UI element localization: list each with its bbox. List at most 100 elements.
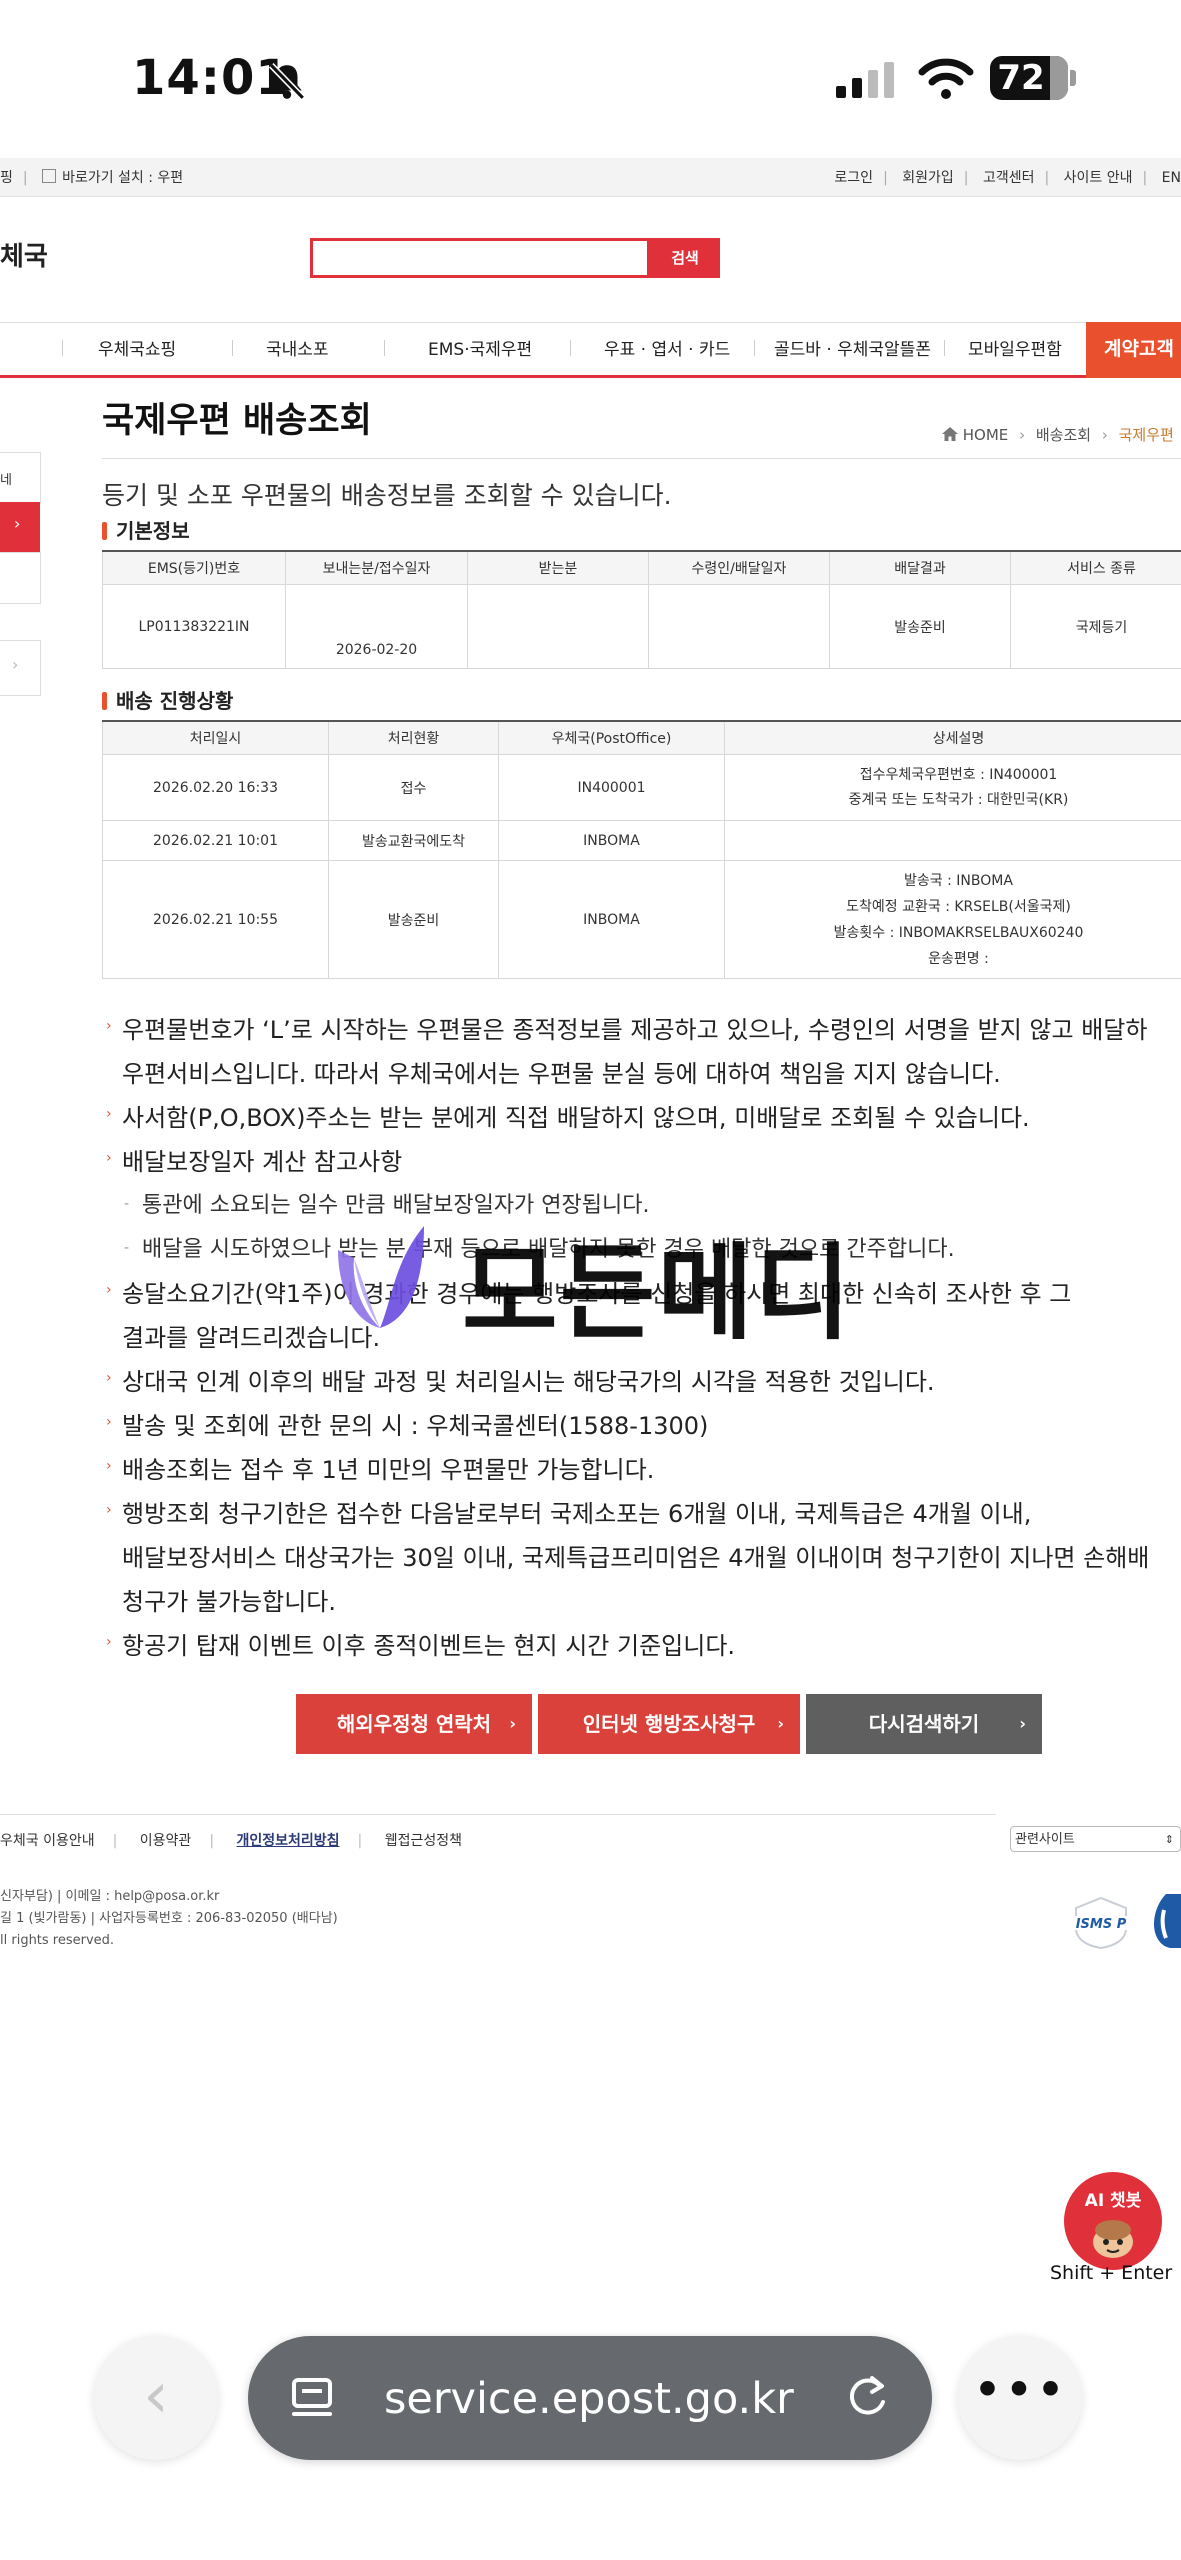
notice-text: 우편서비스입니다. 따라서 우체국에서는 우편물 분실 등에 대하여 책임을 지… [122,1060,1001,1088]
reload-icon[interactable] [842,2372,892,2422]
bullet-icon: › [106,1018,112,1034]
footer-info-line: ll rights reserved. [0,1933,115,1948]
notice-item: › 사서함(P,O,BOX)주소는 받는 분에게 직접 배달하지 않으며, 미배달… [102,1096,1181,1140]
battery-empty-part [1050,56,1068,100]
chevron-right-icon: › [1019,426,1026,444]
section-marker [102,522,107,540]
select-arrows-icon: ⇕ [1164,1833,1174,1846]
gnb-separator [754,340,755,356]
bullet-icon: › [106,1458,112,1474]
detail-line: 도착예정 교환국 : KRSELB(서울국제) [846,898,1071,915]
side-menu-label: 네 [0,473,12,488]
site-logo[interactable]: 체국 [0,236,48,273]
footer-link-guide[interactable]: 우체국 이용안내 [0,1833,95,1849]
bullet-icon: › [106,1150,112,1166]
footer-info-line: 신자부담) | 이메일 : help@posa.or.kr [0,1889,220,1904]
dash-icon: - [124,1196,130,1212]
search-button[interactable]: 검색 [650,238,720,278]
gnb-item-contract-customer[interactable]: 계약고객 [1086,322,1181,378]
util-shortcut-install[interactable]: 바로가기 설치 : 우편 [62,170,183,186]
util-left-item[interactable]: 핑 [0,170,13,186]
gnb-item-domestic-parcel[interactable]: 국내소포 [266,335,329,360]
login-link[interactable]: 로그인 [834,170,873,186]
notice-text: 사서함(P,O,BOX)주소는 받는 분에게 직접 배달하지 않으며, 미배달로… [122,1104,1030,1132]
notice-item: 우편서비스입니다. 따라서 우체국에서는 우편물 분실 등에 대하여 책임을 지… [102,1052,1181,1096]
battery-tip [1070,70,1076,86]
post-office: INBOMA [498,860,725,979]
progress-table: 처리일시 처리현황 우체국(PostOffice) 상세설명 2026.02.2… [102,720,1181,979]
notice-text: 청구가 불가능합니다. [122,1588,336,1616]
table-row: 2026.02.21 10:01 발송교환국에도착 INBOMA [102,820,1181,861]
search-again-button[interactable]: 다시검색하기 › [806,1694,1042,1754]
notice-item: › 발송 및 조회에 관한 문의 시 : 우체국콜센터(1588-1300) [102,1404,1181,1448]
process-status: 접수 [328,754,499,821]
gnb-item-mobile-mailbox[interactable]: 모바일우편함 [968,335,1062,360]
page-intro: 등기 및 소포 우편물의 배송정보를 조회할 수 있습니다. [102,481,672,510]
bullet-icon: › [106,1282,112,1298]
detail-line: 운송편명 : [928,950,989,967]
title-divider [102,458,1181,459]
breadcrumb-tracking[interactable]: 배송조회 [1036,426,1091,444]
side-menu-item[interactable] [0,552,41,604]
wifi-icon [918,58,974,99]
gnb-item-stamps[interactable]: 우표 · 엽서 · 카드 [604,335,730,360]
trace-request-button[interactable]: 인터넷 행방조사청구 › [538,1694,800,1754]
bullet-icon: › [106,1414,112,1430]
gnb-separator [944,340,945,356]
footer-link-accessibility[interactable]: 웹접근성정책 [385,1833,462,1849]
process-datetime: 2026.02.21 10:01 [102,820,329,861]
notice-text: 행방조회 청구기한은 접수한 다음날로부터 국제소포는 6개월 이내, 국제특급… [122,1500,1032,1528]
footer-link-privacy[interactable]: 개인정보처리방침 [237,1833,340,1849]
chatbot-shortcut-hint: Shift + Enter [1050,2262,1173,2284]
side-menu-item-active[interactable]: › [0,502,40,552]
english-link[interactable]: EN [1162,170,1181,186]
url-text[interactable]: service.epost.go.kr [384,2374,794,2424]
customer-center-link[interactable]: 고객센터 [983,170,1035,186]
receiver-delivery-date [648,584,830,669]
foreign-postal-contact-button[interactable]: 해외우정청 연락처 › [296,1694,532,1754]
search-input[interactable] [310,238,650,278]
table-header: 서비스 종류 [1010,550,1181,585]
side-menu-item[interactable]: 네 [0,452,41,504]
site-guide-link[interactable]: 사이트 안내 [1064,170,1133,186]
bullet-icon: › [106,1106,112,1122]
table-header: 상세설명 [724,720,1181,755]
notice-item: › 우편물번호가 ‘L’로 시작하는 우편물은 종적정보를 제공하고 있으나, 수… [102,1008,1181,1052]
cert-label: ISMS P [1076,1917,1127,1932]
notice-text: 항공기 탑재 이벤트 이후 종적이벤트는 현지 시간 기준입니다. [122,1632,736,1660]
process-status: 발송준비 [328,860,499,979]
detail-line: 접수우체국우편번호 : IN400001 [859,766,1058,783]
chevron-right-icon: › [777,1714,784,1733]
chevron-right-icon: › [509,1714,516,1733]
detail-line: 발송횟수 : INBOMAKRSELBAUX60240 [833,924,1084,941]
section-marker [102,692,107,710]
table-header: 보내는분/접수일자 [285,550,468,585]
related-sites-label: 관련사이트 [1015,1832,1075,1847]
button-label: 인터넷 행방조사청구 [582,1712,756,1736]
post-office: IN400001 [498,754,725,821]
gnb-item-goldbar[interactable]: 골드바 · 우체국알뜰폰 [774,335,931,360]
side-menu-item[interactable]: › [0,640,41,696]
breadcrumb-home[interactable]: HOME [963,426,1009,444]
process-datetime: 2026.02.20 16:33 [102,754,329,821]
reader-mode-icon[interactable] [288,2374,336,2422]
table-row: 2026.02.21 10:55 발송준비 INBOMA 발송국 : INBOM… [102,860,1181,979]
table-header: 받는분 [467,550,649,585]
footer-link-terms[interactable]: 이용약관 [140,1833,192,1849]
chevron-right-icon: › [1101,426,1108,444]
more-dots-icon: ••• [972,2361,1068,2419]
gnb-item-ems[interactable]: EMS·국제우편 [428,335,532,360]
signup-link[interactable]: 회원가입 [902,170,954,186]
page-title: 국제우편 배송조회 [102,401,372,441]
notice-item: › 상대국 인계 이후의 배달 과정 및 처리일시는 해당국가의 시각을 적용한 … [102,1360,1181,1404]
detail-description: 접수우체국우편번호 : IN400001 중계국 또는 도착국가 : 대한민국(… [724,754,1181,821]
chevron-left-icon: ‹ [143,2359,169,2433]
recipient [467,584,649,669]
footer-info: 신자부담) | 이메일 : help@posa.or.kr 길 1 (빛가람동)… [0,1886,338,1952]
security-badge-icon [1154,1894,1181,1948]
breadcrumb: HOME › 배송조회 › 국제우편 [942,424,1174,445]
related-sites-select[interactable]: 관련사이트 ⇕ [1010,1826,1181,1852]
button-label: 다시검색하기 [868,1712,980,1736]
gnb-item-shopping[interactable]: 우체국쇼핑 [98,335,176,360]
shortcut-icon [42,169,57,183]
